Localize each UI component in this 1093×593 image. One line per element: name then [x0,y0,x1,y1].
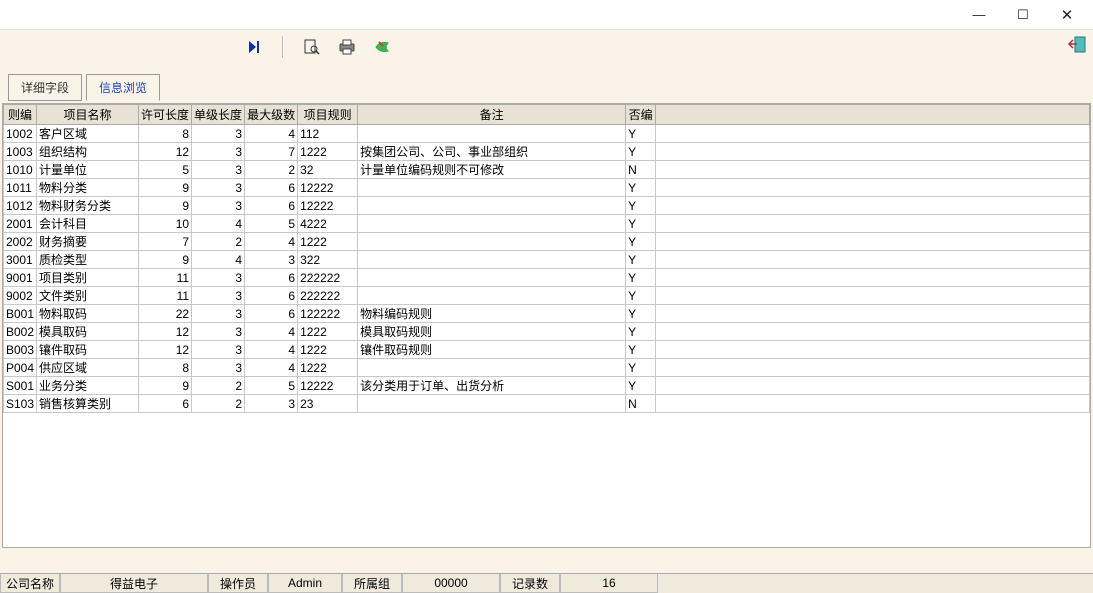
tab-bar: 详细字段 信息浏览 [8,74,1093,101]
status-bar: 公司名称 得益电子 操作员 Admin 所属组 00000 记录数 16 [0,573,1093,593]
table-row[interactable]: 1010计量单位53232计量单位编码规则不可修改N [4,161,1090,179]
status-company-label: 公司名称 [0,574,60,593]
maximize-button[interactable]: ☐ [1001,1,1045,29]
col-allow-len[interactable]: 许可长度 [139,105,192,125]
separator [282,36,284,58]
table-row[interactable]: 2002财务摘要7241222Y [4,233,1090,251]
tab-info-browse[interactable]: 信息浏览 [86,74,160,101]
print-icon[interactable] [338,39,356,55]
col-remark[interactable]: 备注 [358,105,626,125]
col-level-len[interactable]: 单级长度 [192,105,245,125]
table-row[interactable]: B003镶件取码12341222镶件取码规则Y [4,341,1090,359]
col-filler [656,105,1090,125]
table-row[interactable]: 1011物料分类93612222Y [4,179,1090,197]
status-operator-value: Admin [268,574,342,593]
status-company-value: 得益电子 [60,574,208,593]
table-row[interactable]: B001物料取码2236122222物料编码规则Y [4,305,1090,323]
col-name[interactable]: 项目名称 [37,105,139,125]
table-row[interactable]: S001业务分类92512222该分类用于订单、出货分析Y [4,377,1090,395]
close-button[interactable]: ✕ [1045,1,1089,29]
toolbar [0,30,1093,72]
status-group-label: 所属组 [342,574,402,593]
status-group-value: 00000 [402,574,500,593]
exit-icon[interactable] [1067,36,1087,54]
col-max-levels[interactable]: 最大级数 [245,105,298,125]
table-row[interactable]: 3001质检类型943322Y [4,251,1090,269]
export-icon[interactable] [374,39,392,55]
table-row[interactable]: 2001会计科目10454222Y [4,215,1090,233]
minimize-button[interactable]: — [957,1,1001,29]
titlebar: — ☐ ✕ [0,0,1093,30]
col-code[interactable]: 则编 [4,105,37,125]
table-row[interactable]: 1012物料财务分类93612222Y [4,197,1090,215]
tab-detail-fields[interactable]: 详细字段 [8,74,82,101]
col-editable[interactable]: 否编 [626,105,656,125]
data-grid: 则编 项目名称 许可长度 单级长度 最大级数 项目规则 备注 否编 1002客户… [2,103,1091,548]
col-rule[interactable]: 项目规则 [298,105,358,125]
table-row[interactable]: S103销售核算类别62323N [4,395,1090,413]
table-row[interactable]: P004供应区域8341222Y [4,359,1090,377]
status-count-value: 16 [560,574,658,593]
table-row[interactable]: 9001项目类别1136222222Y [4,269,1090,287]
preview-icon[interactable] [304,39,320,55]
grid-scroll[interactable]: 则编 项目名称 许可长度 单级长度 最大级数 项目规则 备注 否编 1002客户… [3,104,1090,547]
table-row[interactable]: 1003组织结构12371222按集团公司、公司、事业部组织Y [4,143,1090,161]
table-row[interactable]: B002模具取码12341222模具取码规则Y [4,323,1090,341]
status-operator-label: 操作员 [208,574,268,593]
status-count-label: 记录数 [500,574,560,593]
table-row[interactable]: 9002文件类别1136222222Y [4,287,1090,305]
header-row: 则编 项目名称 许可长度 单级长度 最大级数 项目规则 备注 否编 [4,105,1090,125]
table-row[interactable]: 1002客户区域834112Y [4,125,1090,143]
last-record-icon[interactable] [248,40,262,54]
